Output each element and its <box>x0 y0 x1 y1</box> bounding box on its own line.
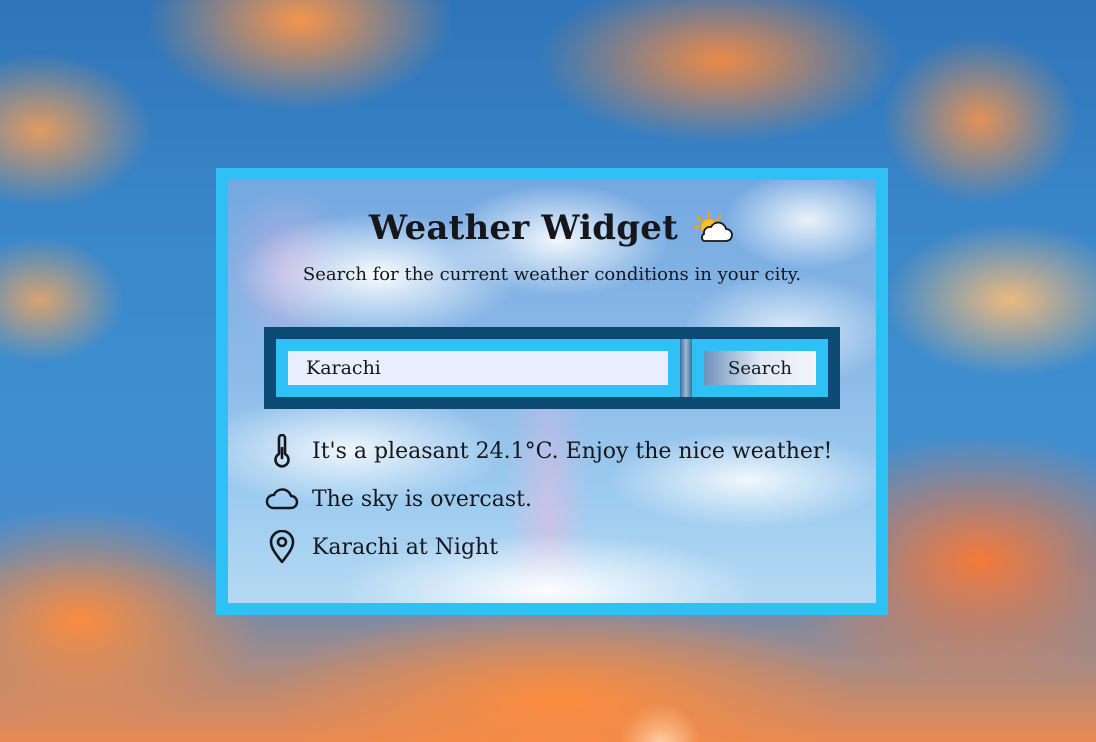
title-row: Weather Widget <box>228 208 876 256</box>
condition-text: The sky is overcast. <box>312 486 532 512</box>
condition-row: The sky is overcast. <box>264 481 532 517</box>
search-divider <box>680 339 692 397</box>
temperature-row: It's a pleasant 24.1°C. Enjoy the nice w… <box>264 433 832 469</box>
map-pin-icon <box>264 529 300 565</box>
page-title: Weather Widget <box>368 208 678 248</box>
search-bar: Search <box>264 327 840 409</box>
page-subtitle: Search for the current weather condition… <box>302 264 802 285</box>
city-search-input[interactable] <box>288 351 668 385</box>
sun-behind-cloud-icon <box>692 210 735 245</box>
location-text: Karachi at Night <box>312 534 499 560</box>
weather-widget-frame: Weather Widget Search for the current we… <box>216 168 888 615</box>
search-inner: Search <box>276 339 828 397</box>
search-button[interactable]: Search <box>704 351 816 385</box>
location-row: Karachi at Night <box>264 529 498 565</box>
weather-widget-card: Weather Widget Search for the current we… <box>228 180 876 603</box>
cloud-icon <box>264 481 300 517</box>
thermometer-icon <box>264 433 300 469</box>
temperature-text: It's a pleasant 24.1°C. Enjoy the nice w… <box>312 438 833 464</box>
